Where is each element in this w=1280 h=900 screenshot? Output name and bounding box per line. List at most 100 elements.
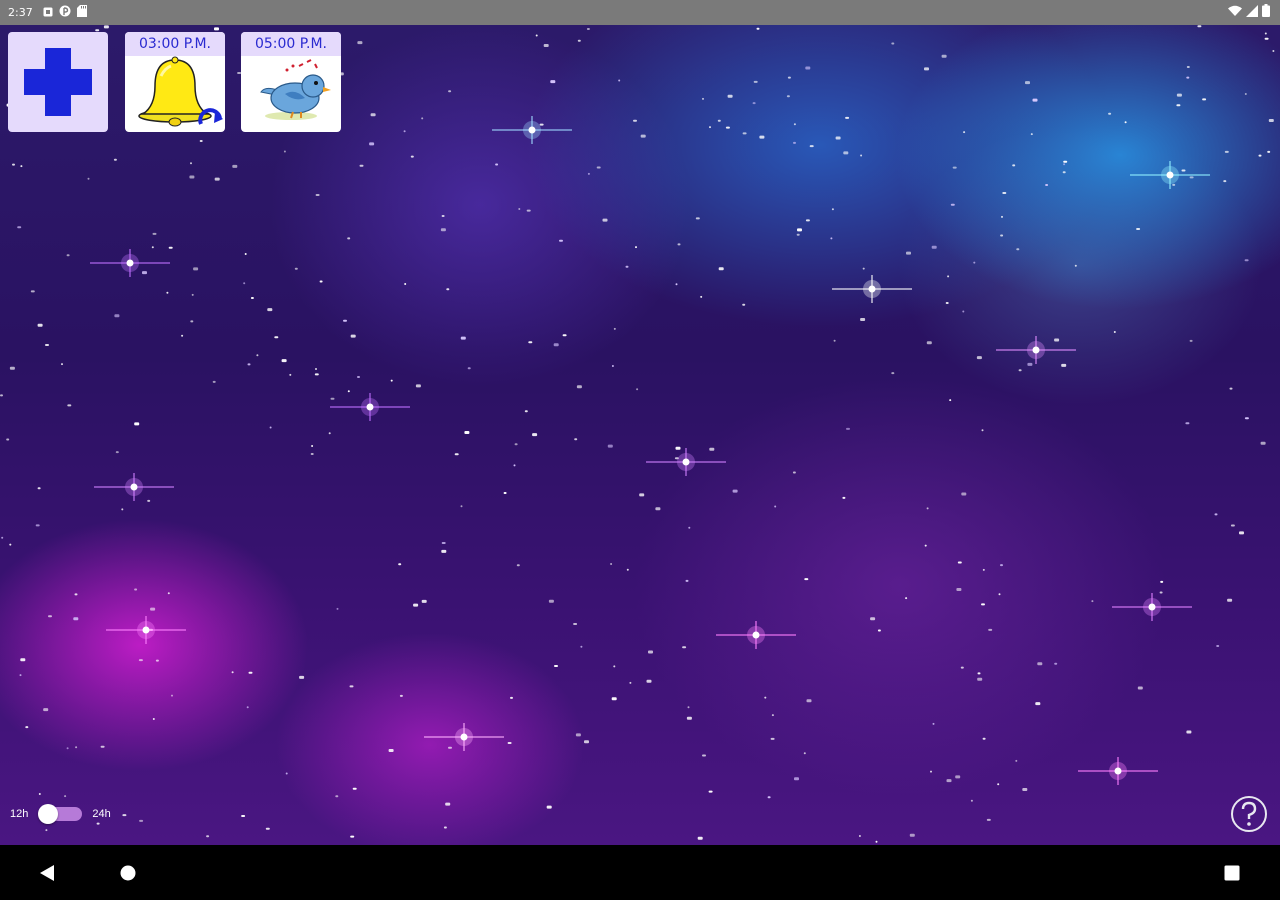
star xyxy=(797,228,802,232)
star xyxy=(66,254,70,257)
star xyxy=(947,275,950,278)
star xyxy=(45,344,49,346)
star xyxy=(770,737,775,740)
star xyxy=(905,597,908,600)
alarm-tile[interactable]: 05:00 P.M. xyxy=(241,32,341,132)
star xyxy=(1224,150,1229,153)
glowing-star xyxy=(330,393,410,421)
star xyxy=(982,737,986,740)
glowing-star xyxy=(94,473,174,501)
star xyxy=(843,151,849,155)
star xyxy=(580,645,583,648)
star xyxy=(1229,387,1233,390)
add-alarm-button[interactable] xyxy=(8,32,108,132)
star xyxy=(247,363,251,366)
star xyxy=(700,295,703,298)
star xyxy=(576,385,582,389)
star xyxy=(448,90,452,93)
star xyxy=(1189,339,1193,342)
star xyxy=(930,770,932,773)
star xyxy=(875,840,878,843)
star xyxy=(398,563,402,566)
star xyxy=(981,603,985,606)
star xyxy=(67,404,72,407)
star xyxy=(973,261,976,264)
star xyxy=(794,777,799,781)
star xyxy=(6,438,10,441)
status-system-icons xyxy=(1228,4,1270,20)
star xyxy=(214,177,220,181)
star xyxy=(281,359,287,363)
star xyxy=(448,746,452,749)
star xyxy=(553,343,559,347)
star xyxy=(675,283,678,286)
recents-icon xyxy=(1224,865,1240,881)
star xyxy=(977,677,983,681)
help-button[interactable] xyxy=(1230,795,1268,833)
clock-format-toggle[interactable]: 12h 24h xyxy=(10,804,111,824)
star xyxy=(1061,363,1067,367)
star xyxy=(753,80,758,83)
star xyxy=(906,251,911,255)
star xyxy=(100,745,105,748)
star xyxy=(415,384,421,388)
star xyxy=(1018,369,1022,372)
star xyxy=(413,603,419,607)
star xyxy=(584,740,589,744)
star xyxy=(675,446,681,450)
star xyxy=(352,787,357,790)
star xyxy=(1,536,4,539)
star xyxy=(243,282,246,285)
star xyxy=(806,699,812,703)
star xyxy=(19,674,22,677)
star xyxy=(952,166,957,169)
star xyxy=(45,829,48,832)
star xyxy=(421,117,424,120)
glowing-star xyxy=(106,616,186,644)
star xyxy=(336,607,339,610)
star xyxy=(613,665,616,668)
star xyxy=(138,659,143,662)
home-button[interactable] xyxy=(115,860,141,886)
star xyxy=(250,297,254,299)
star xyxy=(343,319,347,322)
navigation-bar xyxy=(0,845,1280,900)
star xyxy=(793,123,796,126)
star xyxy=(686,716,692,720)
plus-icon xyxy=(24,48,92,116)
star xyxy=(441,542,446,544)
back-button[interactable] xyxy=(34,860,60,886)
glowing-star xyxy=(646,448,726,476)
star xyxy=(114,314,120,318)
star xyxy=(1054,338,1060,342)
star xyxy=(756,27,760,30)
star xyxy=(189,175,195,179)
star xyxy=(370,113,376,117)
star xyxy=(460,336,466,340)
star xyxy=(548,599,554,603)
star xyxy=(25,726,29,729)
star xyxy=(152,718,155,720)
star xyxy=(610,563,613,565)
star xyxy=(1268,119,1274,122)
star xyxy=(445,802,451,806)
star xyxy=(587,172,590,175)
star xyxy=(1244,259,1249,262)
star xyxy=(611,697,617,701)
star xyxy=(64,795,67,798)
star xyxy=(142,271,147,275)
star xyxy=(311,445,314,447)
star xyxy=(611,365,614,367)
star xyxy=(1264,37,1269,40)
star xyxy=(315,368,317,370)
star xyxy=(1027,362,1033,366)
alarm-time-label: 03:00 P.M. xyxy=(125,32,225,56)
recents-button[interactable] xyxy=(1219,860,1245,886)
star xyxy=(970,799,973,802)
alarm-tile[interactable]: 03:00 P.M. xyxy=(125,32,225,132)
star xyxy=(0,394,3,397)
star xyxy=(957,561,962,564)
clock-format-switch[interactable] xyxy=(38,804,83,824)
star xyxy=(962,310,965,313)
star xyxy=(1032,98,1038,102)
